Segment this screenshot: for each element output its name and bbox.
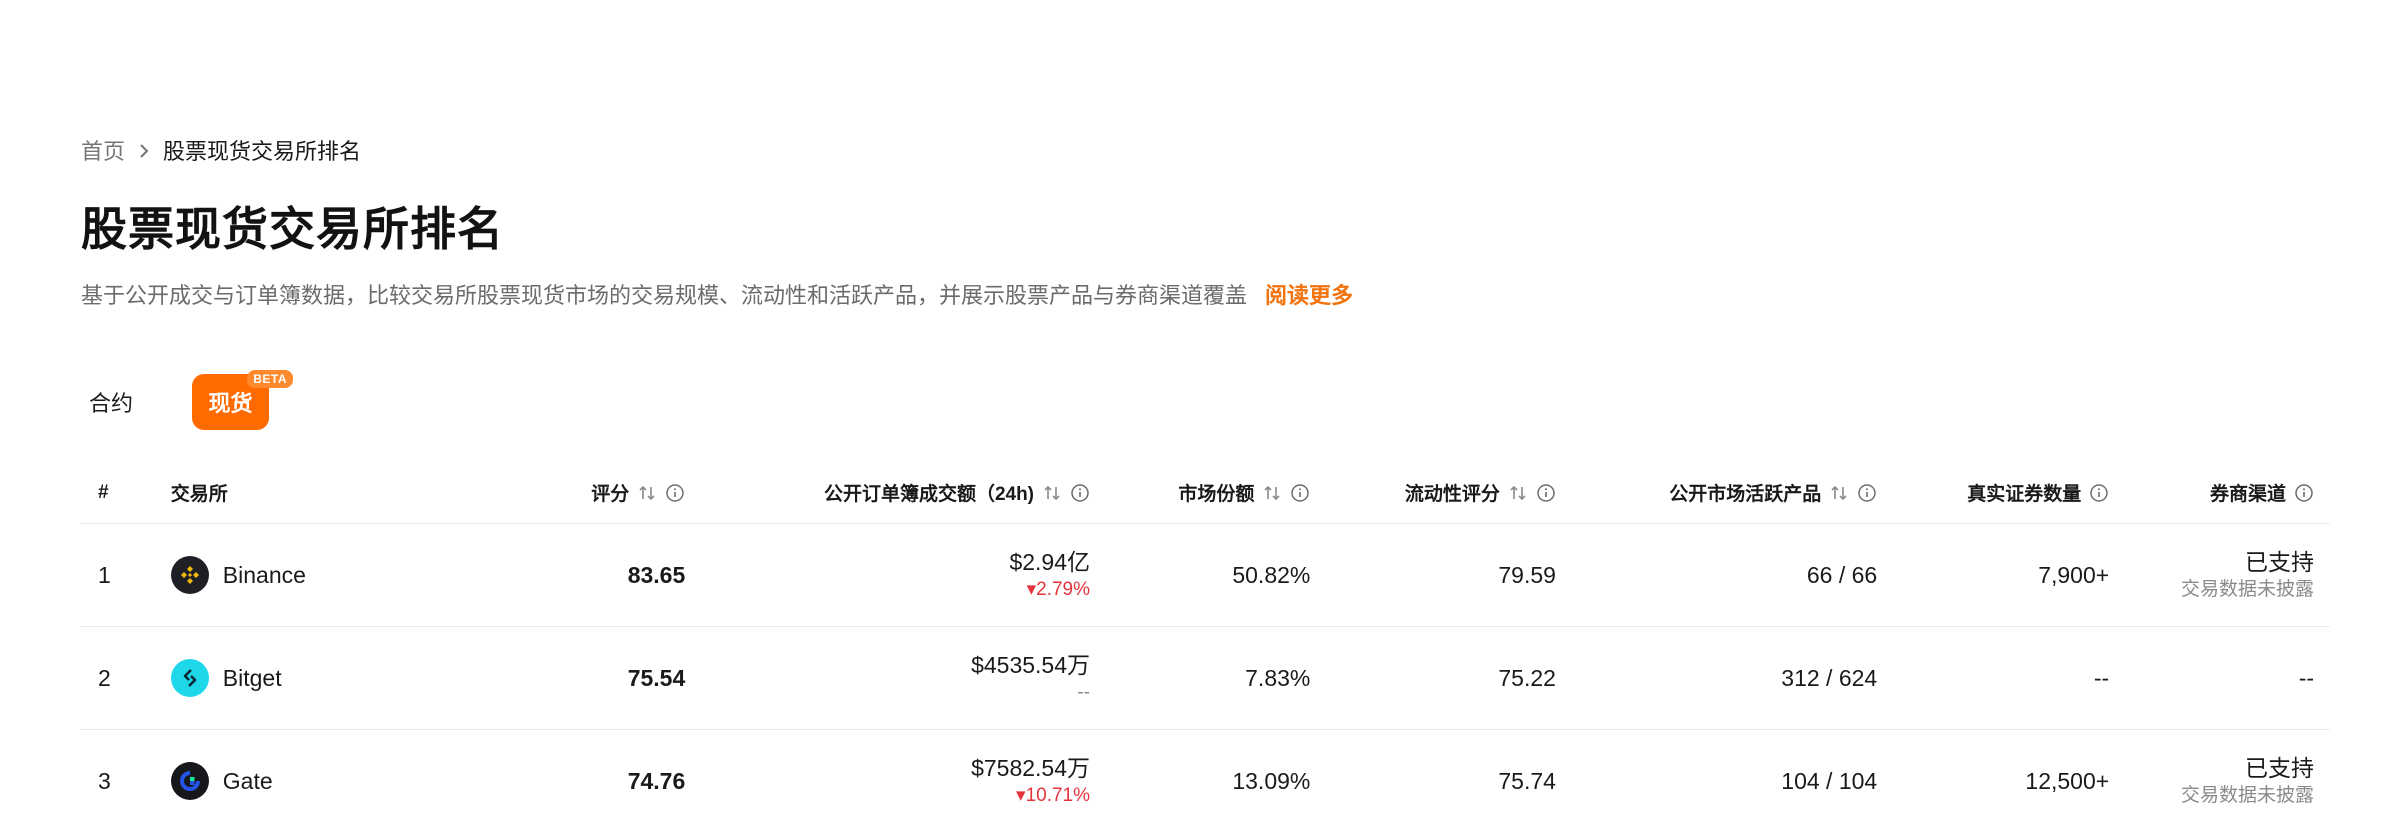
liquidity-cell: 79.59	[1498, 561, 1556, 588]
exchange-ranking-table: # 交易所 评分 公开订单簿成交额（24h) 市场份额 流动性评分 公开市场活跃…	[80, 462, 2330, 832]
securities-cell: --	[2093, 664, 2110, 691]
exchange-cell[interactable]: Gate	[170, 730, 394, 832]
info-icon[interactable]	[1070, 483, 1090, 503]
exchange-cell[interactable]: Bitget	[170, 627, 394, 729]
info-icon[interactable]	[1857, 483, 1877, 503]
volume-value: $7582.54万	[971, 755, 1091, 781]
header-securities-label: 真实证券数量	[1967, 484, 2082, 505]
breadcrumb-current: 股票现货交易所排名	[163, 139, 362, 164]
info-icon[interactable]	[1536, 483, 1556, 503]
tab-spot[interactable]: 现货 BETA	[192, 370, 293, 430]
info-icon[interactable]	[2294, 483, 2314, 503]
header-share[interactable]: 市场份额	[1090, 462, 1310, 523]
table-row[interactable]: 2 Bitget 75.54 $4535.54万 -- 7.83% 75.22 …	[80, 627, 2330, 730]
volume-value: $2.94亿	[1009, 549, 1091, 575]
chevron-right-icon	[125, 137, 163, 163]
header-volume-label: 公开订单簿成交额（24h)	[823, 484, 1035, 505]
page-title: 股票现货交易所排名	[81, 203, 504, 255]
header-liquidity[interactable]: 流动性评分	[1310, 462, 1556, 523]
market-tabs: 合约 现货 BETA	[81, 370, 293, 430]
broker-note: 交易数据未披露	[2181, 579, 2315, 600]
info-icon[interactable]	[1290, 483, 1310, 503]
header-active-products[interactable]: 公开市场活跃产品	[1556, 462, 1877, 523]
exchange-name: Bitget	[222, 664, 282, 691]
liquidity-cell: 75.74	[1498, 767, 1556, 794]
score-value: 74.76	[627, 767, 686, 794]
volume-value: $4535.54万	[971, 652, 1091, 678]
header-volume[interactable]: 公开订单簿成交额（24h)	[685, 462, 1090, 523]
share-cell: 7.83%	[1245, 664, 1311, 691]
broker-cell: 已支持 交易数据未披露	[2109, 730, 2330, 832]
liquidity-cell: 75.22	[1498, 664, 1556, 691]
exchange-name: Binance	[222, 561, 306, 588]
score-cell: 75.54	[394, 627, 686, 729]
volume-cell: $4535.54万 --	[685, 627, 1090, 729]
header-broker: 券商渠道	[2109, 462, 2330, 523]
beta-badge: BETA	[247, 370, 293, 388]
page-description: 基于公开成交与订单簿数据，比较交易所股票现货市场的交易规模、流动性和活跃产品，并…	[81, 281, 1353, 311]
securities-cell: 7,900+	[2038, 561, 2110, 588]
binance-logo-icon	[170, 556, 209, 594]
description-text: 基于公开成交与订单簿数据，比较交易所股票现货市场的交易规模、流动性和活跃产品，并…	[81, 283, 1248, 308]
sort-icon[interactable]	[1042, 483, 1062, 503]
share-cell: 13.09%	[1232, 767, 1311, 794]
score-cell: 83.65	[394, 524, 686, 626]
header-share-label: 市场份额	[1178, 484, 1255, 505]
tab-contract[interactable]: 合约	[81, 374, 141, 430]
broker-cell: --	[2109, 627, 2330, 729]
sort-icon[interactable]	[1829, 483, 1849, 503]
header-rank: #	[98, 481, 109, 503]
sort-icon[interactable]	[637, 483, 657, 503]
header-liquidity-label: 流动性评分	[1404, 484, 1500, 505]
table-row[interactable]: 1 Binance 83.65 $2.94亿 ▾2.79% 50.82% 79.…	[80, 524, 2330, 627]
info-icon[interactable]	[665, 483, 685, 503]
volume-change: ▾10.71%	[1016, 785, 1091, 806]
score-cell: 74.76	[394, 730, 686, 832]
breadcrumb-home-link[interactable]: 首页	[81, 134, 125, 166]
header-broker-label: 券商渠道	[2210, 484, 2287, 505]
rank-cell: 2	[98, 664, 111, 691]
tab-spot-label: 现货	[208, 391, 253, 416]
table-header-row: # 交易所 评分 公开订单簿成交额（24h) 市场份额 流动性评分 公开市场活跃…	[80, 462, 2330, 524]
header-score-label: 评分	[591, 484, 630, 505]
breadcrumb: 首页 股票现货交易所排名	[81, 136, 361, 164]
read-more-link[interactable]: 阅读更多	[1265, 283, 1353, 308]
rank-cell: 3	[98, 767, 111, 794]
sort-icon[interactable]	[1508, 483, 1528, 503]
broker-status: --	[2298, 665, 2315, 691]
broker-status: 已支持	[2245, 549, 2315, 575]
score-value: 75.54	[627, 664, 686, 691]
header-score[interactable]: 评分	[394, 462, 685, 523]
share-cell: 50.82%	[1232, 561, 1311, 588]
broker-cell: 已支持 交易数据未披露	[2109, 524, 2330, 626]
rank-cell: 1	[98, 561, 111, 588]
sort-icon[interactable]	[1262, 483, 1282, 503]
exchange-cell[interactable]: Binance	[170, 524, 394, 626]
volume-change: --	[1077, 682, 1091, 703]
volume-cell: $2.94亿 ▾2.79%	[685, 524, 1090, 626]
bitget-logo-icon	[170, 659, 209, 697]
table-row[interactable]: 3 Gate 74.76 $7582.54万 ▾10.71% 13.09% 75…	[80, 730, 2330, 832]
broker-note: 交易数据未披露	[2181, 785, 2315, 806]
active-products-cell: 312 / 624	[1781, 664, 1878, 691]
exchange-name: Gate	[222, 767, 273, 794]
volume-cell: $7582.54万 ▾10.71%	[685, 730, 1090, 832]
header-exchange: 交易所	[170, 484, 228, 505]
broker-status: 已支持	[2245, 755, 2315, 781]
score-value: 83.65	[627, 561, 686, 588]
header-active-label: 公开市场活跃产品	[1669, 484, 1822, 505]
gate-logo-icon	[170, 762, 209, 800]
securities-cell: 12,500+	[2025, 767, 2110, 794]
info-icon[interactable]	[2089, 483, 2109, 503]
header-securities: 真实证券数量	[1877, 462, 2109, 523]
volume-change: ▾2.79%	[1026, 579, 1091, 600]
active-products-cell: 66 / 66	[1806, 561, 1878, 588]
active-products-cell: 104 / 104	[1781, 767, 1878, 794]
